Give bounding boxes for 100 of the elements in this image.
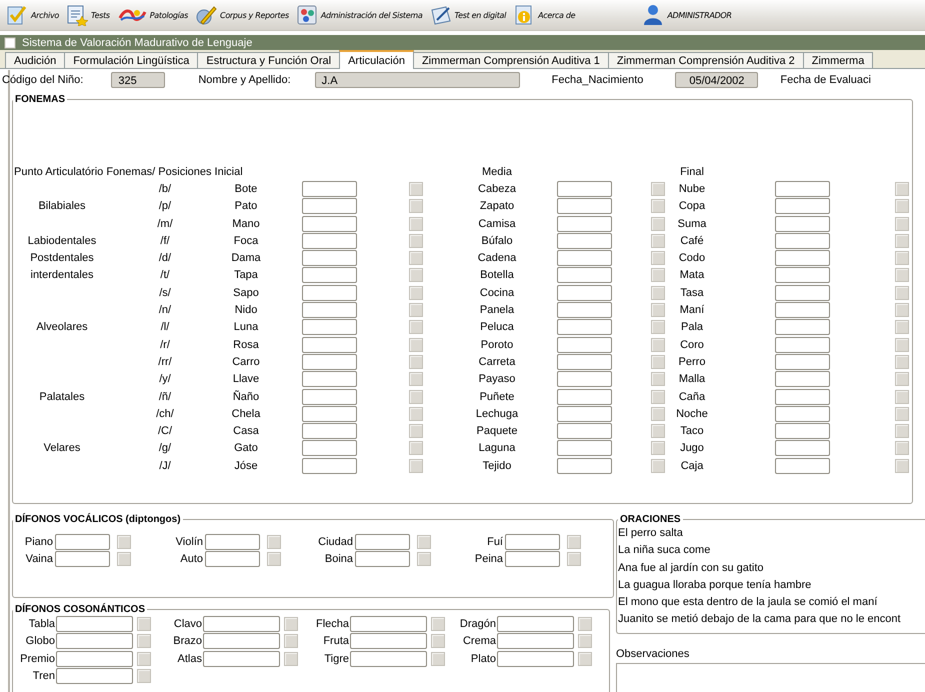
checkbox[interactable] <box>651 234 665 248</box>
checkbox[interactable] <box>267 552 281 566</box>
readonly-field[interactable]: 325 <box>111 72 166 88</box>
answer-field[interactable] <box>203 616 280 632</box>
checkbox[interactable] <box>409 458 423 473</box>
checkbox[interactable] <box>895 216 909 231</box>
checkbox[interactable] <box>651 216 665 231</box>
answer-field[interactable] <box>56 668 133 684</box>
checkbox[interactable] <box>409 320 423 334</box>
answer-field[interactable] <box>557 284 612 301</box>
checkbox[interactable] <box>409 338 423 352</box>
answer-field[interactable] <box>775 284 830 301</box>
answer-field[interactable] <box>775 388 830 404</box>
tab[interactable]: Zimmerman Comprensión Auditiva 2 <box>608 52 804 68</box>
toolbar-button[interactable]: ADMINISTRADOR <box>640 1 734 29</box>
answer-field[interactable] <box>302 284 357 301</box>
readonly-field[interactable]: J.A <box>314 72 520 88</box>
answer-field[interactable] <box>302 423 357 440</box>
checkbox[interactable] <box>409 390 423 404</box>
toolbar-button[interactable]: Administración del Sistema <box>294 1 424 29</box>
answer-field[interactable] <box>775 302 830 318</box>
checkbox[interactable] <box>578 652 592 666</box>
checkbox[interactable] <box>137 669 151 684</box>
checkbox[interactable] <box>895 251 909 266</box>
answer-field[interactable] <box>302 216 357 232</box>
answer-field[interactable] <box>775 180 830 197</box>
checkbox[interactable] <box>409 182 423 196</box>
answer-field[interactable] <box>557 406 612 422</box>
checkbox[interactable] <box>651 354 665 369</box>
checkbox[interactable] <box>651 286 665 300</box>
tab[interactable]: Formulación Lingüística <box>64 52 198 68</box>
checkbox[interactable] <box>895 182 909 196</box>
toolbar-button[interactable]: Archivo <box>4 1 61 29</box>
checkbox[interactable] <box>895 286 909 300</box>
checkbox[interactable] <box>651 303 665 318</box>
checkbox[interactable] <box>284 634 298 648</box>
answer-field[interactable] <box>302 267 357 284</box>
answer-field[interactable] <box>775 336 830 353</box>
checkbox[interactable] <box>117 552 131 566</box>
answer-field[interactable] <box>557 302 612 318</box>
answer-field[interactable] <box>302 388 357 404</box>
checkbox[interactable] <box>409 216 423 231</box>
checkbox[interactable] <box>409 286 423 300</box>
toolbar-button[interactable]: Tests <box>64 1 112 29</box>
answer-field[interactable] <box>775 319 830 336</box>
checkbox[interactable] <box>651 441 665 456</box>
checkbox[interactable] <box>651 458 665 473</box>
checkbox[interactable] <box>431 634 445 648</box>
checkbox[interactable] <box>137 616 151 631</box>
checkbox[interactable] <box>409 354 423 369</box>
checkbox[interactable] <box>651 390 665 404</box>
checkbox[interactable] <box>578 634 592 648</box>
checkbox[interactable] <box>651 268 665 282</box>
checkbox[interactable] <box>409 303 423 318</box>
toolbar-button[interactable]: Patologías <box>114 1 190 29</box>
checkbox[interactable] <box>895 303 909 318</box>
answer-field[interactable] <box>302 232 357 249</box>
checkbox[interactable] <box>137 652 151 666</box>
answer-field[interactable] <box>775 232 830 249</box>
checkbox[interactable] <box>267 534 281 548</box>
answer-field[interactable] <box>497 616 574 632</box>
answer-field[interactable] <box>775 423 830 440</box>
answer-field[interactable] <box>302 180 357 197</box>
answer-field[interactable] <box>557 371 612 388</box>
checkbox[interactable] <box>137 634 151 648</box>
answer-field[interactable] <box>557 319 612 336</box>
toolbar-button[interactable]: Test en digital <box>428 1 508 29</box>
checkbox[interactable] <box>117 534 131 548</box>
toolbar-button[interactable]: Acerca de <box>511 1 578 29</box>
checkbox[interactable] <box>409 424 423 438</box>
answer-field[interactable] <box>557 198 612 214</box>
checkbox[interactable] <box>651 338 665 352</box>
checkbox[interactable] <box>431 616 445 631</box>
checkbox[interactable] <box>651 199 665 214</box>
answer-field[interactable] <box>302 198 357 214</box>
answer-field[interactable] <box>302 319 357 336</box>
answer-field[interactable] <box>505 534 560 550</box>
answer-field[interactable] <box>56 633 133 650</box>
checkbox[interactable] <box>409 268 423 282</box>
tab[interactable]: Zimmerman Comprensión Auditiva 1 <box>412 52 609 68</box>
answer-field[interactable] <box>775 198 830 214</box>
answer-field[interactable] <box>350 616 427 632</box>
checkbox[interactable] <box>409 199 423 214</box>
readonly-field[interactable]: 05/04/2002 <box>675 72 758 88</box>
answer-field[interactable] <box>557 440 612 456</box>
checkbox[interactable] <box>567 534 581 548</box>
tab[interactable]: Zimmerma <box>802 52 874 68</box>
answer-field[interactable] <box>557 267 612 284</box>
answer-field[interactable] <box>355 534 410 550</box>
answer-field[interactable] <box>302 354 357 370</box>
answer-field[interactable] <box>302 458 357 474</box>
checkbox[interactable] <box>409 441 423 456</box>
checkbox[interactable] <box>409 234 423 248</box>
answer-field[interactable] <box>557 336 612 353</box>
checkbox[interactable] <box>895 441 909 456</box>
tab[interactable]: Audición <box>5 52 66 68</box>
checkbox[interactable] <box>895 234 909 248</box>
answer-field[interactable] <box>302 406 357 422</box>
answer-field[interactable] <box>775 354 830 370</box>
checkbox[interactable] <box>651 406 665 421</box>
